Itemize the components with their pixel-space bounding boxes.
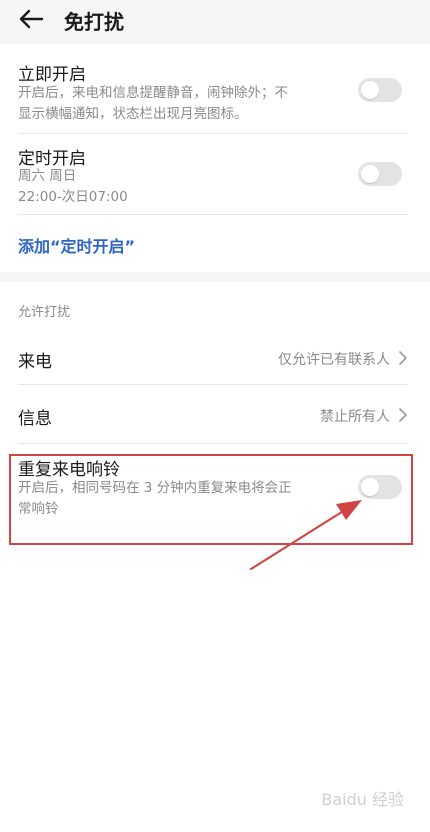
calls-value: 仅允许已有联系人: [278, 352, 390, 368]
calls-title: 来电: [18, 352, 52, 372]
toggle-knob: [361, 478, 379, 496]
scheduled-time: 22:00-次日07:00: [18, 189, 128, 205]
allow-interrupt-card: 允许打扰 来电 仅允许已有联系人 信息 禁止所有人 重复来电响铃 开启后，相同号…: [0, 282, 430, 832]
immediate-desc-line1: 开启后，来电和信息提醒静音，闹钟除外；不: [18, 85, 288, 101]
immediate-desc-line2: 显示横幅通知，状态栏出现月亮图标。: [18, 106, 248, 122]
section-label-allow: 允许打扰: [18, 305, 71, 320]
immediate-title: 立即开启: [18, 65, 86, 85]
baidu-watermark: Baidu 经验: [321, 790, 404, 809]
chevron-right-icon: [399, 351, 407, 365]
page-title: 免打扰: [64, 10, 124, 34]
chevron-right-icon: [399, 408, 407, 422]
add-schedule-link[interactable]: 添加“定时开启”: [18, 233, 135, 257]
repeat-call-desc-line1: 开启后，相同号码在 3 分钟内重复来电将会正: [18, 480, 292, 496]
messages-title: 信息: [18, 409, 52, 429]
scheduled-toggle[interactable]: [358, 162, 402, 186]
toggle-knob: [361, 165, 379, 183]
repeat-call-title: 重复来电响铃: [18, 460, 120, 480]
repeat-call-toggle[interactable]: [358, 475, 402, 499]
messages-value: 禁止所有人: [320, 409, 390, 425]
divider: [18, 443, 408, 444]
divider: [18, 214, 408, 215]
scheduled-days: 周六 周日: [18, 168, 77, 184]
divider: [18, 384, 408, 385]
immediate-toggle[interactable]: [358, 78, 402, 102]
back-arrow-icon[interactable]: [18, 8, 44, 30]
schedule-card: 立即开启 开启后，来电和信息提醒静音，闹钟除外；不 显示横幅通知，状态栏出现月亮…: [0, 44, 430, 272]
header-bar: 免打扰: [0, 0, 430, 42]
toggle-knob: [361, 81, 379, 99]
repeat-call-desc-line2: 常响铃: [18, 501, 59, 517]
